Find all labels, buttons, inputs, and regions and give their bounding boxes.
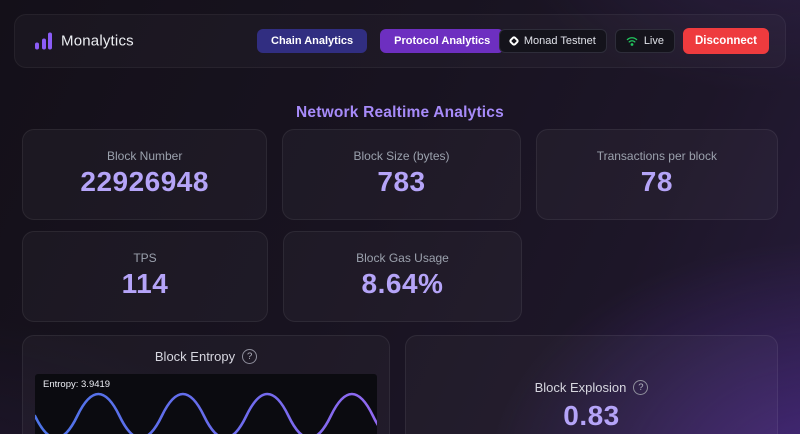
help-icon[interactable]: ? <box>633 380 648 395</box>
brand-name: Monalytics <box>61 33 134 50</box>
stat-card-block-size: Block Size (bytes) 783 <box>282 129 520 220</box>
entropy-wave-line <box>35 382 377 434</box>
tab-chain-analytics[interactable]: Chain Analytics <box>257 29 367 53</box>
live-badge-label: Live <box>644 35 664 47</box>
monad-diamond-icon <box>508 35 519 46</box>
main-content: Network Realtime Analytics Block Number … <box>0 68 800 434</box>
stat-label: Block Number <box>23 149 266 163</box>
navbar-right-group: Monad Testnet Live Disconnect <box>499 28 769 54</box>
charts-row: Block Entropy ? Entropy: 3.9419 <box>0 335 800 434</box>
network-badge-label: Monad Testnet <box>524 35 596 47</box>
block-explosion-value: 0.83 <box>406 400 777 432</box>
live-status-badge: Live <box>615 29 675 53</box>
stat-value: 78 <box>537 166 777 198</box>
stats-row-2: TPS 114 Block Gas Usage 8.64% <box>0 231 800 322</box>
signal-waves-icon <box>626 35 638 47</box>
nav-tabs: Chain Analytics Protocol Analytics <box>257 29 504 53</box>
brand-logo: Monalytics <box>35 33 134 50</box>
disconnect-button[interactable]: Disconnect <box>683 28 769 54</box>
block-explosion-card: Block Explosion ? 0.83 <box>405 335 778 434</box>
block-explosion-title: Block Explosion <box>535 380 627 395</box>
stat-value: 783 <box>283 166 519 198</box>
help-icon[interactable]: ? <box>242 349 257 364</box>
block-entropy-title: Block Entropy <box>155 349 235 364</box>
bar-chart-icon <box>35 33 52 50</box>
stat-label: Block Gas Usage <box>284 251 521 265</box>
stat-label: TPS <box>23 251 267 265</box>
stat-value: 22926948 <box>23 166 266 198</box>
stat-label: Transactions per block <box>537 149 777 163</box>
stat-value: 8.64% <box>284 268 521 300</box>
stat-card-transactions-per-block: Transactions per block 78 <box>536 129 778 220</box>
tab-protocol-analytics[interactable]: Protocol Analytics <box>380 29 504 53</box>
stat-card-tps: TPS 114 <box>22 231 268 322</box>
stat-card-block-gas-usage: Block Gas Usage 8.64% <box>283 231 522 322</box>
stats-row-1: Block Number 22926948 Block Size (bytes)… <box>0 129 800 220</box>
stat-card-block-number: Block Number 22926948 <box>22 129 267 220</box>
entropy-chart: Entropy: 3.9419 <box>35 374 377 434</box>
stat-label: Block Size (bytes) <box>283 149 519 163</box>
stat-value: 114 <box>23 268 267 300</box>
navbar: Monalytics Chain Analytics Protocol Anal… <box>14 14 786 68</box>
block-entropy-card: Block Entropy ? Entropy: 3.9419 <box>22 335 390 434</box>
network-badge[interactable]: Monad Testnet <box>499 29 607 53</box>
page-title: Network Realtime Analytics <box>0 104 800 122</box>
